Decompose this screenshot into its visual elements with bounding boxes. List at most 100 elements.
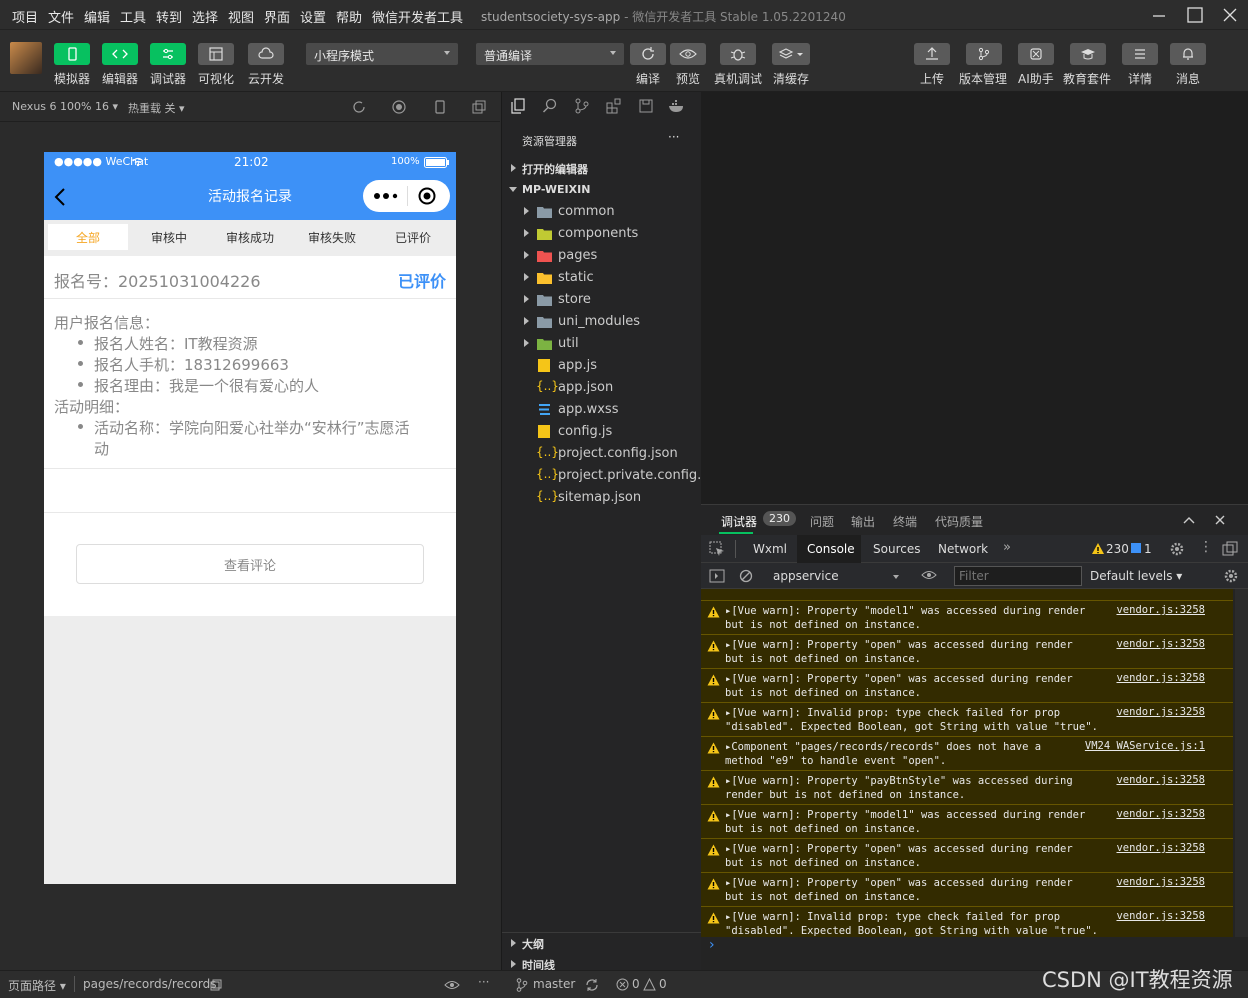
- ai-assistant-button[interactable]: [1018, 43, 1054, 65]
- folder-common[interactable]: common: [502, 201, 702, 223]
- menu-goto[interactable]: 转到: [156, 7, 182, 26]
- docker-icon[interactable]: [668, 98, 686, 114]
- source-link[interactable]: vendor.js:3258: [1116, 638, 1205, 650]
- source-link[interactable]: vendor.js:3258: [1116, 910, 1205, 922]
- console-warning-row[interactable]: ▸Component "pages/records/records" does …: [701, 737, 1233, 771]
- menu-view[interactable]: 视图: [228, 7, 254, 26]
- console-settings-gear-icon[interactable]: [1223, 568, 1239, 584]
- folder-uni-modules[interactable]: uni_modules: [502, 311, 702, 333]
- cloud-dev-button[interactable]: [248, 43, 284, 65]
- error-count[interactable]: 0: [632, 977, 640, 991]
- details-button[interactable]: [1122, 43, 1158, 65]
- editor-toggle-button[interactable]: [102, 43, 138, 65]
- tab-terminal[interactable]: 终端: [893, 513, 917, 530]
- tab-reviewing[interactable]: 审核中: [130, 224, 208, 250]
- dock-icon[interactable]: [1222, 541, 1238, 557]
- source-link[interactable]: vendor.js:3258: [1116, 808, 1205, 820]
- console-warning-row[interactable]: ▸[Vue warn]: Property "open" was accesse…: [701, 873, 1233, 907]
- source-link[interactable]: vendor.js:3258: [1116, 706, 1205, 718]
- kebab-menu-icon[interactable]: ⋮: [1199, 539, 1213, 555]
- editor-area[interactable]: [701, 92, 1248, 504]
- subtab-network[interactable]: Network: [938, 542, 988, 556]
- console-warning-row[interactable]: ▸[Vue warn]: Property "payBtnStyle" was …: [701, 771, 1233, 805]
- console-warning-row[interactable]: ▸[Vue warn]: Property "open" was accesse…: [701, 669, 1233, 703]
- hot-reload-select[interactable]: 热重载 关 ▾: [128, 100, 185, 116]
- subtab-wxml[interactable]: Wxml: [753, 542, 787, 556]
- project-section[interactable]: MP-WEIXIN: [502, 180, 702, 200]
- tab-code-quality[interactable]: 代码质量: [935, 513, 983, 530]
- clear-console-icon[interactable]: [739, 569, 753, 583]
- eye-icon[interactable]: [444, 979, 460, 991]
- context-select[interactable]: appservice: [763, 565, 903, 587]
- tab-rejected[interactable]: 审核失败: [292, 224, 372, 250]
- source-link[interactable]: vendor.js:3258: [1116, 672, 1205, 684]
- console-warning-row[interactable]: ▸[Vue warn]: Property "model1" was acces…: [701, 805, 1233, 839]
- menu-file[interactable]: 文件: [48, 7, 74, 26]
- files-icon[interactable]: [510, 98, 526, 114]
- tab-all[interactable]: 全部: [48, 224, 128, 250]
- menu-interface[interactable]: 界面: [264, 7, 290, 26]
- subtab-console[interactable]: Console: [807, 542, 855, 556]
- close-icon[interactable]: [1215, 515, 1225, 525]
- folder-store[interactable]: store: [502, 289, 702, 311]
- record-icon[interactable]: [392, 100, 406, 114]
- messages-button[interactable]: [1170, 43, 1206, 65]
- phone-icon[interactable]: [434, 100, 446, 114]
- close-window-icon[interactable]: [1221, 6, 1239, 24]
- more-icon[interactable]: ···: [668, 130, 679, 144]
- menu-settings[interactable]: 设置: [300, 7, 326, 26]
- avatar[interactable]: [10, 42, 42, 74]
- upload-button[interactable]: [914, 43, 950, 65]
- outline-section[interactable]: 大纲: [502, 932, 702, 952]
- more-options-icon[interactable]: ···: [478, 975, 489, 989]
- menu-edit[interactable]: 编辑: [84, 7, 110, 26]
- chevron-up-icon[interactable]: [1183, 515, 1195, 525]
- file-config-js[interactable]: config.js: [502, 421, 702, 443]
- source-link[interactable]: VM24 WAService.js:1: [1085, 740, 1205, 752]
- sync-icon[interactable]: [585, 978, 599, 992]
- source-link[interactable]: vendor.js:3258: [1116, 604, 1205, 616]
- open-editors-section[interactable]: 打开的编辑器: [502, 158, 702, 178]
- compile-mode-select[interactable]: 普通编译: [476, 43, 624, 65]
- console-warning-row[interactable]: ▸[Vue warn]: Invalid prop: type check fa…: [701, 907, 1233, 937]
- console-warning-row[interactable]: ▸[Vue warn]: Property "open" was accesse…: [701, 635, 1233, 669]
- clear-cache-button[interactable]: [772, 43, 810, 65]
- branch-name[interactable]: master: [533, 977, 575, 991]
- menu-project[interactable]: 项目: [12, 7, 38, 26]
- sidebar-toggle-icon[interactable]: [709, 569, 725, 583]
- source-control-icon[interactable]: [574, 98, 590, 114]
- menu-help[interactable]: 帮助: [336, 7, 362, 26]
- minimize-icon[interactable]: [1150, 6, 1168, 24]
- eye-icon[interactable]: [921, 569, 937, 581]
- folder-pages[interactable]: pages: [502, 245, 702, 267]
- source-link[interactable]: vendor.js:3258: [1116, 876, 1205, 888]
- file-app-wxss[interactable]: app.wxss: [502, 399, 702, 421]
- page-path-label[interactable]: 页面路径 ▾: [8, 977, 66, 994]
- folder-components[interactable]: components: [502, 223, 702, 245]
- console-warning-row[interactable]: ▸[Vue warn]: Invalid prop: type check fa…: [701, 703, 1233, 737]
- version-control-button[interactable]: [966, 43, 1002, 65]
- console-scrollbar[interactable]: [1235, 589, 1248, 937]
- close-target-icon[interactable]: [418, 187, 436, 205]
- file-app-json[interactable]: {..} app.json: [502, 377, 702, 399]
- compile-button[interactable]: [630, 43, 666, 65]
- detach-window-icon[interactable]: [472, 100, 486, 114]
- warning-count[interactable]: 230: [1106, 542, 1129, 556]
- search-icon[interactable]: [542, 98, 558, 114]
- device-select[interactable]: Nexus 6 100% 16 ▾: [12, 100, 118, 113]
- rotate-icon[interactable]: [352, 100, 366, 114]
- info-count[interactable]: 1: [1144, 542, 1152, 556]
- file-app-js[interactable]: app.js: [502, 355, 702, 377]
- menu-select[interactable]: 选择: [192, 7, 218, 26]
- debugger-toggle-button[interactable]: [150, 43, 186, 65]
- menu-wechat-devtools[interactable]: 微信开发者工具: [372, 7, 463, 26]
- log-levels-select[interactable]: Default levels ▾: [1090, 569, 1182, 583]
- tab-approved[interactable]: 审核成功: [210, 224, 290, 250]
- subtab-sources[interactable]: Sources: [873, 542, 920, 556]
- storage-icon[interactable]: [638, 98, 654, 114]
- remote-debug-button[interactable]: [720, 43, 756, 65]
- maximize-icon[interactable]: [1186, 6, 1204, 24]
- menu-tools[interactable]: 工具: [120, 7, 146, 26]
- tab-problems[interactable]: 问题: [810, 513, 834, 530]
- copy-icon[interactable]: [210, 979, 222, 991]
